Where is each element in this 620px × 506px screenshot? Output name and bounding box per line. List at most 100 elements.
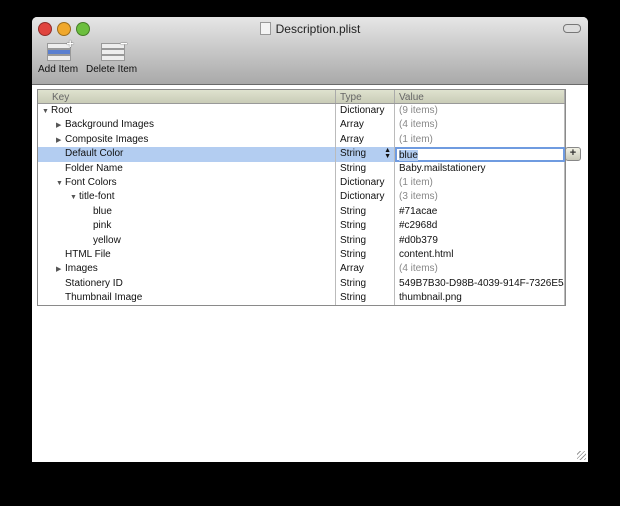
key-text: yellow bbox=[93, 234, 121, 246]
plist-outline-table[interactable]: Key Type Value ▼ Root Dictionary (9 items) ▶… bbox=[37, 89, 566, 306]
table-row[interactable]: blue String #71acae bbox=[38, 204, 565, 220]
key-cell[interactable]: ▶ Composite Images bbox=[38, 132, 336, 148]
value-input[interactable]: blue bbox=[395, 147, 565, 162]
delete-item-label: Delete Item bbox=[86, 64, 138, 75]
key-cell[interactable]: ▼ Font Colors bbox=[38, 175, 336, 191]
table-row[interactable]: ▼ Root Dictionary (9 items) bbox=[38, 104, 565, 119]
type-cell[interactable]: Array bbox=[336, 262, 395, 277]
table-row[interactable]: ▶ Composite Images Array (1 item) bbox=[38, 132, 565, 148]
disclosure-triangle-icon[interactable]: ▶ bbox=[56, 134, 65, 147]
table-row[interactable]: HTML File String content.html bbox=[38, 247, 565, 263]
value-text: (9 items) bbox=[399, 105, 438, 116]
column-header-type[interactable]: Type bbox=[336, 90, 395, 103]
table-row[interactable]: ▼ title-font Dictionary (3 items) bbox=[38, 190, 565, 205]
key-text: Thumbnail Image bbox=[65, 292, 143, 304]
table-row[interactable]: Folder Name String Baby.mailstationery bbox=[38, 161, 565, 176]
table-row[interactable]: yellow String #d0b379 bbox=[38, 233, 565, 248]
plist-editor-window: Description.plist + Add Item − Delete It… bbox=[32, 17, 588, 462]
key-text: HTML File bbox=[65, 248, 111, 260]
key-cell[interactable]: ▼ Root bbox=[38, 104, 336, 119]
type-text: Dictionary bbox=[340, 176, 385, 188]
delete-item-button[interactable]: − Delete Item bbox=[86, 36, 138, 75]
window-title-text: Description.plist bbox=[275, 22, 361, 36]
value-cell[interactable]: (1 item) bbox=[395, 175, 565, 191]
key-cell[interactable]: ▼ title-font bbox=[38, 190, 336, 205]
key-cell[interactable]: HTML File bbox=[38, 247, 336, 263]
type-cell[interactable]: Array bbox=[336, 132, 395, 148]
value-cell[interactable]: 549B7B30-D98B-4039-914F-7326E54 bbox=[395, 276, 565, 292]
key-cell[interactable]: Thumbnail Image bbox=[38, 291, 336, 306]
type-stepper-icon[interactable]: ▲ ▼ bbox=[384, 147, 391, 160]
type-text: Array bbox=[340, 119, 364, 131]
table-row[interactable]: ▼ Font Colors Dictionary (1 item) bbox=[38, 175, 565, 191]
add-sibling-button[interactable]: + bbox=[565, 147, 581, 161]
value-text: Baby.mailstationery bbox=[399, 162, 486, 174]
value-cell[interactable]: #c2968d bbox=[395, 219, 565, 234]
value-text: content.html bbox=[399, 248, 454, 260]
document-icon bbox=[259, 22, 271, 35]
type-text: Array bbox=[340, 263, 364, 275]
value-cell[interactable]: content.html bbox=[395, 247, 565, 263]
type-cell[interactable]: String bbox=[336, 233, 395, 248]
table-row[interactable]: Thumbnail Image String thumbnail.png bbox=[38, 291, 565, 306]
type-cell[interactable]: Dictionary bbox=[336, 190, 395, 205]
toolbar-toggle-button[interactable] bbox=[563, 24, 581, 33]
type-cell[interactable]: Dictionary bbox=[336, 175, 395, 191]
resize-grip[interactable] bbox=[577, 451, 586, 460]
value-cell[interactable]: Baby.mailstationery bbox=[395, 161, 565, 176]
table-row[interactable]: ▶ Images Array (4 items) bbox=[38, 262, 565, 277]
add-item-icon: + bbox=[47, 36, 74, 61]
value-cell[interactable]: (1 item) bbox=[395, 132, 565, 148]
column-header-key[interactable]: Key bbox=[38, 90, 336, 103]
key-text: Composite Images bbox=[65, 133, 149, 145]
type-text: String bbox=[340, 205, 367, 217]
key-cell[interactable]: Default Color bbox=[38, 147, 336, 162]
value-text: #71acae bbox=[399, 205, 438, 217]
value-cell[interactable]: (4 items) bbox=[395, 118, 565, 133]
disclosure-triangle-icon[interactable]: ▼ bbox=[56, 177, 65, 190]
key-cell[interactable]: pink bbox=[38, 219, 336, 234]
table-row[interactable]: Default Color String ▲ ▼ blue bbox=[38, 147, 565, 162]
key-cell[interactable]: ▶ Background Images bbox=[38, 118, 336, 133]
type-cell[interactable]: String ▲ ▼ bbox=[336, 147, 395, 162]
disclosure-triangle-icon[interactable]: ▶ bbox=[56, 119, 65, 132]
value-cell[interactable]: (9 items) bbox=[395, 104, 565, 119]
type-cell[interactable]: Dictionary bbox=[336, 104, 395, 119]
type-text: String bbox=[340, 248, 367, 260]
value-text: (1 item) bbox=[399, 133, 433, 145]
key-cell[interactable]: ▶ Images bbox=[38, 262, 336, 277]
type-cell[interactable]: String bbox=[336, 204, 395, 220]
value-text: blue bbox=[399, 150, 418, 162]
key-cell[interactable]: yellow bbox=[38, 233, 336, 248]
value-text: #d0b379 bbox=[399, 234, 438, 246]
add-item-button[interactable]: + Add Item bbox=[38, 36, 78, 75]
disclosure-triangle-icon[interactable]: ▼ bbox=[70, 191, 79, 204]
value-text: (4 items) bbox=[399, 263, 438, 275]
table-row[interactable]: ▶ Background Images Array (4 items) bbox=[38, 118, 565, 133]
value-cell[interactable]: thumbnail.png bbox=[395, 291, 565, 306]
value-cell[interactable]: (3 items) bbox=[395, 190, 565, 205]
disclosure-triangle-icon[interactable]: ▼ bbox=[42, 105, 51, 118]
key-cell[interactable]: Stationery ID bbox=[38, 276, 336, 292]
disclosure-triangle-icon[interactable]: ▶ bbox=[56, 263, 65, 276]
key-text: blue bbox=[93, 205, 112, 217]
type-text: String bbox=[340, 162, 367, 174]
type-cell[interactable]: String bbox=[336, 247, 395, 263]
table-row[interactable]: pink String #c2968d bbox=[38, 219, 565, 234]
type-cell[interactable]: String bbox=[336, 276, 395, 292]
value-cell[interactable]: #71acae bbox=[395, 204, 565, 220]
value-text: (3 items) bbox=[399, 191, 438, 203]
type-cell[interactable]: String bbox=[336, 291, 395, 306]
value-cell[interactable]: (4 items) bbox=[395, 262, 565, 277]
key-text: pink bbox=[93, 220, 112, 232]
type-cell[interactable]: String bbox=[336, 219, 395, 234]
key-cell[interactable]: blue bbox=[38, 204, 336, 220]
value-text: (4 items) bbox=[399, 119, 438, 131]
type-cell[interactable]: Array bbox=[336, 118, 395, 133]
value-text: #c2968d bbox=[399, 220, 438, 232]
value-cell[interactable]: #d0b379 bbox=[395, 233, 565, 248]
type-cell[interactable]: String bbox=[336, 161, 395, 176]
column-header-value[interactable]: Value bbox=[395, 90, 565, 103]
table-row[interactable]: Stationery ID String 549B7B30-D98B-4039-91… bbox=[38, 276, 565, 292]
key-cell[interactable]: Folder Name bbox=[38, 161, 336, 176]
